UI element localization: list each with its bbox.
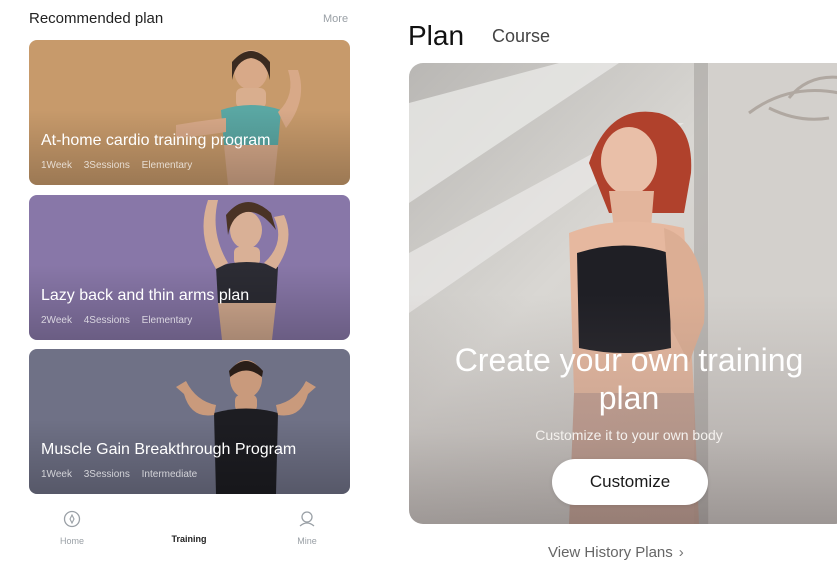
- plan-card-title: Lazy back and thin arms plan: [41, 287, 250, 304]
- recommended-panel: Recommended plan More At-home cardio tra…: [0, 0, 380, 565]
- bottom-tab-bar: Home Training Mine: [0, 505, 380, 555]
- plan-level: Elementary: [141, 315, 193, 326]
- plan-card-meta: 1Week 3Sessions Elementary: [41, 160, 201, 171]
- plan-card-meta: 2Week 4Sessions Elementary: [41, 315, 201, 326]
- plan-sessions: 3Sessions: [83, 469, 130, 480]
- plan-sessions: 3Sessions: [83, 160, 130, 171]
- tab-plan[interactable]: Plan: [408, 20, 464, 52]
- tab-mine[interactable]: Mine: [277, 510, 337, 546]
- recommended-title: Recommended plan: [29, 10, 164, 27]
- banner-title: Create your own training plan: [409, 341, 837, 417]
- plan-card-cardio[interactable]: At-home cardio training program 1Week 3S…: [29, 40, 350, 185]
- tab-mine-label: Mine: [297, 536, 317, 546]
- tab-home-label: Home: [59, 536, 84, 546]
- plan-card-title: Muscle Gain Breakthrough Program: [41, 441, 297, 458]
- more-link[interactable]: More: [323, 13, 348, 25]
- plan-card-back-arms[interactable]: Lazy back and thin arms plan 2Week 4Sess…: [29, 195, 350, 340]
- banner-title-line2: plan: [598, 380, 660, 416]
- plan-card-meta: 1Week 3Sessions Intermediate: [41, 469, 206, 480]
- tab-training-label: Training: [171, 534, 207, 544]
- view-history-plans-link[interactable]: View History Plans ›: [548, 544, 684, 561]
- create-plan-banner[interactable]: Create your own training plan Customize …: [409, 63, 837, 524]
- plan-panel: Plan Course Create your own training pla…: [390, 0, 837, 565]
- banner-subtitle: Customize it to your own body: [535, 427, 723, 443]
- tab-course[interactable]: Course: [492, 26, 550, 47]
- plan-level: Intermediate: [141, 469, 198, 480]
- customize-button[interactable]: Customize: [552, 459, 708, 505]
- plan-sessions: 4Sessions: [83, 315, 130, 326]
- plan-card-title: At-home cardio training program: [41, 132, 271, 149]
- home-compass-icon: [63, 510, 81, 528]
- plan-level: Elementary: [141, 160, 193, 171]
- plan-card-muscle-gain[interactable]: Muscle Gain Breakthrough Program 1Week 3…: [29, 349, 350, 494]
- tab-home[interactable]: Home: [42, 510, 102, 546]
- plan-duration: 1Week: [41, 469, 72, 480]
- plan-duration: 2Week: [41, 315, 72, 326]
- history-link-label: View History Plans: [548, 544, 673, 561]
- plan-duration: 1Week: [41, 160, 72, 171]
- person-icon: [299, 511, 315, 527]
- chevron-right-icon: ›: [678, 544, 684, 561]
- banner-title-line1: Create your own training: [454, 342, 804, 378]
- tab-training[interactable]: Training: [159, 534, 219, 544]
